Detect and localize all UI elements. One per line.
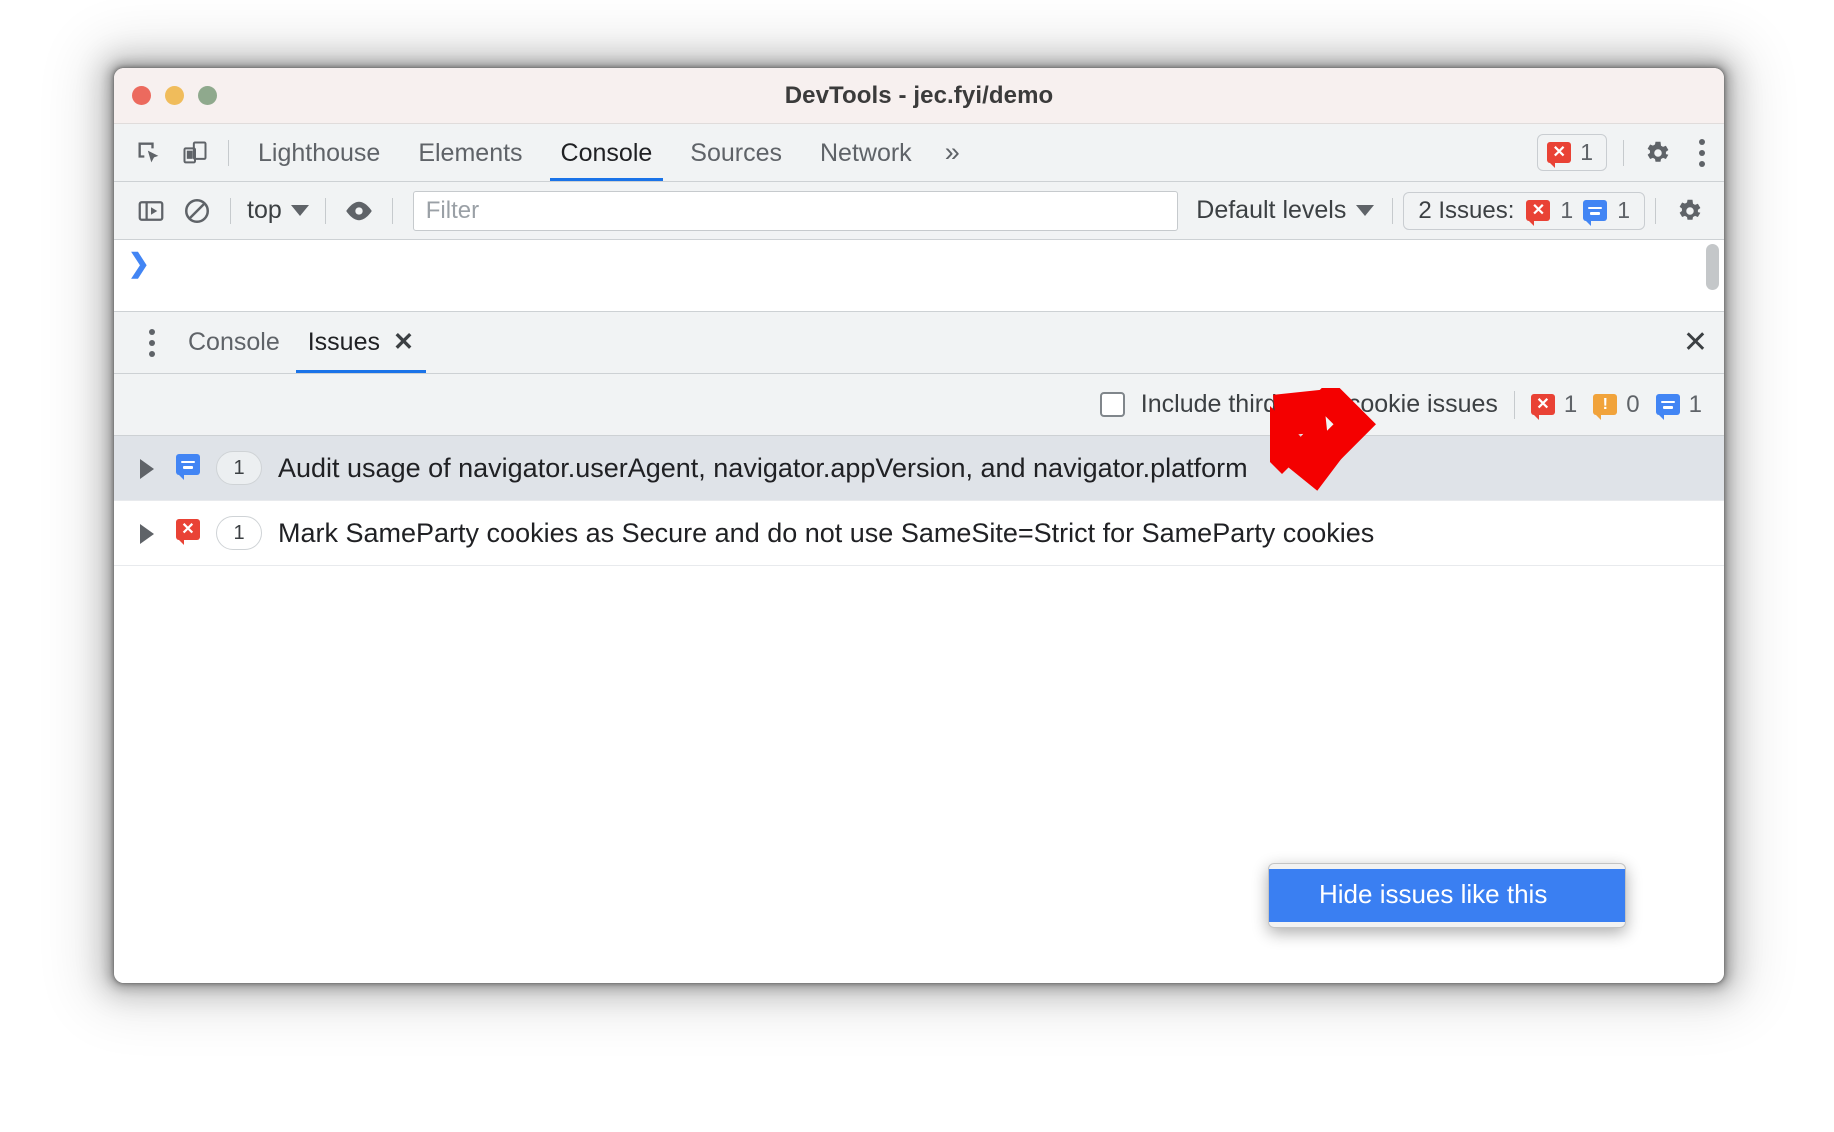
expand-triangle-icon[interactable] [140, 459, 154, 479]
drawer-tab-console[interactable]: Console [174, 312, 294, 373]
issues-summary-button[interactable]: 2 Issues: ✕ 1 1 [1403, 191, 1645, 230]
error-bubble-icon: ✕ [1526, 200, 1551, 226]
console-toolbar: top Filter Default levels 2 Issues: ✕ 1 [114, 182, 1724, 240]
kebab-menu-icon[interactable] [1680, 131, 1724, 175]
chevron-down-icon [1356, 205, 1375, 216]
more-tabs-icon[interactable]: » [931, 137, 971, 168]
tab-elements[interactable]: Elements [399, 125, 541, 181]
table-row[interactable]: 1 Audit usage of navigator.userAgent, na… [114, 436, 1724, 502]
error-bubble-icon: ✕ [1547, 142, 1572, 168]
log-level-value: Default levels [1196, 196, 1347, 224]
console-toolbar-divider-1 [230, 197, 231, 224]
issues-warning-counter: ! 0 [1593, 390, 1640, 420]
annotation-arrow-icon [1262, 379, 1392, 503]
third-party-cookie-checkbox[interactable] [1099, 392, 1125, 417]
issue-title: Mark SameParty cookies as Secure and do … [278, 518, 1375, 549]
close-icon[interactable]: ✕ [393, 312, 414, 373]
live-expression-icon[interactable] [336, 189, 382, 233]
issues-info-count: 1 [1617, 197, 1630, 223]
context-selector-value: top [247, 196, 282, 224]
gear-icon[interactable] [1634, 131, 1680, 175]
context-menu[interactable]: Hide issues like this [1268, 863, 1626, 928]
drawer-tabbar: Console Issues ✕ ✕ [114, 312, 1724, 374]
tab-console[interactable]: Console [542, 125, 672, 181]
info-bubble-icon [1583, 200, 1608, 226]
error-count-value: 1 [1580, 139, 1593, 165]
issues-warning-counter-value: 0 [1626, 390, 1640, 418]
issue-title: Audit usage of navigator.userAgent, navi… [278, 453, 1248, 483]
gear-icon[interactable] [1666, 189, 1712, 233]
error-bubble-icon: ✕ [1530, 394, 1555, 420]
clear-console-icon[interactable] [174, 189, 220, 233]
error-bubble-icon: ✕ [176, 519, 200, 546]
tabbar-divider [228, 139, 229, 166]
console-output-area[interactable]: ❯ [114, 240, 1724, 312]
warning-bubble-icon: ! [1593, 394, 1618, 420]
device-toolbar-icon[interactable] [172, 131, 218, 175]
tabbar-divider-2 [1623, 139, 1624, 166]
issues-toolbar-divider [1513, 390, 1515, 419]
issues-error-count: 1 [1560, 197, 1574, 223]
issues-list: 1 Audit usage of navigator.userAgent, na… [114, 436, 1724, 983]
issue-count-pill: 1 [216, 451, 262, 485]
devtools-window: DevTools - jec.fyi/demo Lighthouse Eleme… [114, 68, 1724, 983]
issues-error-counter: ✕ 1 [1530, 390, 1578, 420]
close-drawer-icon[interactable]: ✕ [1667, 325, 1724, 360]
console-scrollbar[interactable] [1706, 244, 1719, 306]
screenshot-root: DevTools - jec.fyi/demo Lighthouse Eleme… [0, 0, 1834, 1132]
issues-info-counter-value: 1 [1688, 390, 1702, 418]
console-prompt-icon: ❯ [128, 248, 150, 278]
console-sidebar-icon[interactable] [128, 189, 174, 233]
console-toolbar-divider-2 [324, 197, 326, 224]
context-menu-item-hide-issues[interactable]: Hide issues like this [1269, 869, 1625, 922]
error-count-badge[interactable]: ✕ 1 [1537, 134, 1607, 171]
console-toolbar-divider-5 [1655, 197, 1656, 224]
inspect-element-icon[interactable] [126, 131, 172, 175]
kebab-menu-icon[interactable] [130, 321, 174, 365]
chevron-down-icon [290, 205, 309, 216]
tab-sources[interactable]: Sources [671, 125, 801, 181]
devtools-main-tabbar: Lighthouse Elements Console Sources Netw… [114, 124, 1724, 182]
issues-error-counter-value: 1 [1563, 390, 1578, 418]
issues-info-counter: 1 [1655, 390, 1702, 420]
window-title: DevTools - jec.fyi/demo [784, 81, 1054, 109]
console-filter-input[interactable]: Filter [412, 190, 1179, 231]
issues-filter-toolbar: Include third-party cookie issues ✕ 1 ! … [114, 374, 1724, 436]
drawer-tab-issues-label: Issues [307, 328, 380, 356]
console-toolbar-divider-4 [1392, 197, 1394, 224]
info-bubble-icon [1655, 394, 1680, 420]
log-level-selector[interactable]: Default levels [1188, 196, 1382, 225]
info-bubble-icon [176, 454, 200, 480]
console-toolbar-divider-3 [391, 197, 393, 224]
issue-count-pill: 1 [216, 516, 262, 551]
console-scrollbar-thumb[interactable] [1706, 244, 1719, 290]
tab-network[interactable]: Network [801, 125, 931, 181]
drawer-tab-console-label: Console [188, 328, 280, 356]
issues-summary-label: 2 Issues: [1418, 196, 1515, 224]
tab-lighthouse[interactable]: Lighthouse [239, 125, 399, 181]
table-row[interactable]: ✕ 1 Mark SameParty cookies as Secure and… [114, 501, 1724, 567]
drawer-tab-issues[interactable]: Issues ✕ [294, 312, 428, 373]
javascript-context-selector[interactable]: top [241, 196, 315, 225]
expand-triangle-icon[interactable] [140, 524, 154, 545]
window-titlebar: DevTools - jec.fyi/demo [114, 68, 1724, 124]
